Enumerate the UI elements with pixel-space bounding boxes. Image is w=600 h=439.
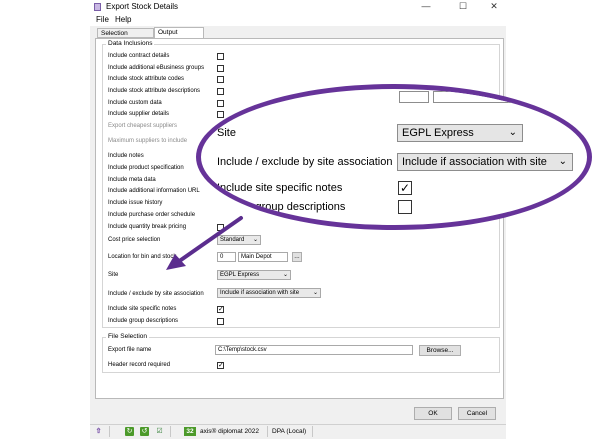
arrow-shaft bbox=[176, 216, 243, 264]
callout-arrow bbox=[166, 216, 243, 270]
